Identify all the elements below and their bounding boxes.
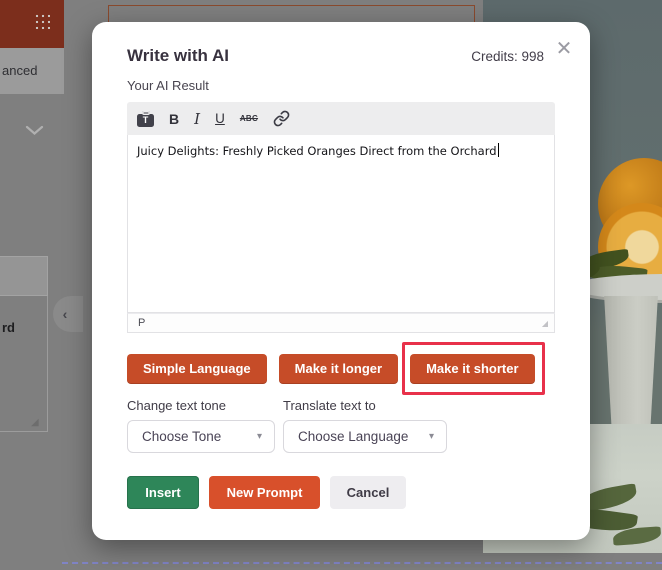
section-boundary-dashed [62,562,662,564]
modal-title: Write with AI [127,46,229,66]
link-icon[interactable] [273,110,290,127]
chevron-down-icon [25,125,44,136]
cancel-button[interactable]: Cancel [330,476,406,509]
modal-footer: Insert New Prompt Cancel [127,476,406,509]
chevron-down-icon: ▾ [429,431,434,442]
ai-result-text: Juicy Delights: Freshly Picked Oranges D… [137,144,497,158]
new-prompt-button[interactable]: New Prompt [209,476,320,509]
make-it-longer-button[interactable]: Make it longer [279,354,398,384]
paragraph-path-label: P [138,317,145,329]
panel-resize-icon: ◢ [31,417,39,428]
choose-tone-dropdown[interactable]: Choose Tone ▾ [127,420,275,453]
chevron-down-icon: ▾ [257,431,262,442]
editor-statusbar: P ◢ [127,313,555,333]
write-with-ai-modal: Write with AI Credits: 998 ✕ Your AI Res… [92,22,590,540]
underline-icon[interactable]: U [215,111,225,126]
apps-grid-icon [33,12,50,29]
close-icon[interactable]: ✕ [553,38,575,60]
italic-icon[interactable]: I [194,110,200,128]
highlight-annotation-box [402,342,545,395]
result-label: Your AI Result [127,78,209,93]
bold-icon[interactable]: B [169,111,179,127]
choose-tone-value: Choose Tone [142,429,221,444]
resize-handle-icon[interactable]: ◢ [542,319,548,328]
panel-collapse-handle: ‹ [53,296,83,332]
choose-language-dropdown[interactable]: Choose Language ▾ [283,420,447,453]
text-cursor [498,143,500,157]
paste-icon-letter: T [143,115,149,125]
panel-field [0,256,48,296]
ai-result-editor: T B I U ABC Juicy Delights: Freshly Pick… [127,102,555,333]
builder-header-bar [0,0,64,48]
panel-divider [0,431,47,432]
tone-label: Change text tone [127,398,226,413]
insert-button[interactable]: Insert [127,476,199,509]
choose-language-value: Choose Language [298,429,408,444]
advanced-tab: anced [0,48,64,94]
cake-stand-pedestal [599,296,662,432]
simple-language-button[interactable]: Simple Language [127,354,267,384]
panel-text-fragment: rd [2,320,15,335]
paste-icon[interactable]: T [137,114,154,127]
advanced-tab-label: anced [2,63,37,78]
strikethrough-icon[interactable]: ABC [240,114,258,123]
translate-label: Translate text to [283,398,376,413]
credits-counter: Credits: 998 [471,49,544,64]
chevron-left-icon: ‹ [63,306,68,322]
screen: anced rd ◢ ‹ Write with AI Credits: 998 … [0,0,662,570]
panel-divider [47,296,48,432]
editor-toolbar: T B I U ABC [127,102,555,135]
editor-content[interactable]: Juicy Delights: Freshly Picked Oranges D… [127,135,555,313]
